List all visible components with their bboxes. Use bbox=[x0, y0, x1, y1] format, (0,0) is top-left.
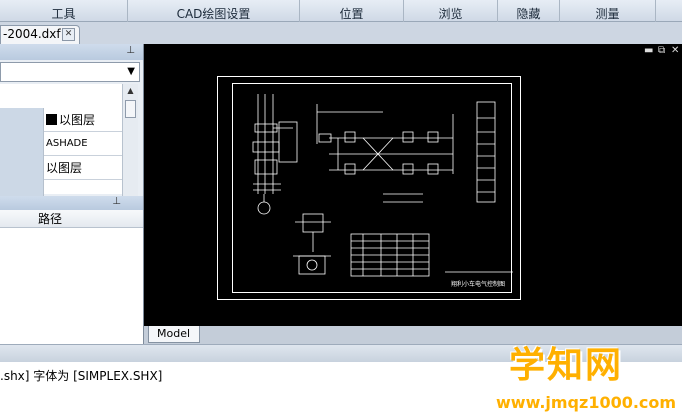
watermark-url: www.jmqz1000.com bbox=[496, 393, 677, 412]
minimize-icon[interactable]: ▬ bbox=[644, 45, 653, 56]
drawing-canvas[interactable]: ▬ ⧉ ✕ 翔利小车电气控制图 bbox=[144, 44, 682, 342]
property-key-cell bbox=[0, 108, 44, 132]
ribbon-group-position[interactable]: 位置 bbox=[300, 0, 404, 22]
watermark-logo: 学知网 bbox=[509, 345, 624, 386]
ribbon-group-measure[interactable]: 测量 bbox=[560, 0, 656, 22]
restore-icon[interactable]: ⧉ bbox=[658, 45, 665, 56]
property-row[interactable]: 以图层 bbox=[0, 108, 122, 132]
properties-panel-header: ⊥ bbox=[0, 44, 143, 60]
property-value-lineweight: 以图层 bbox=[46, 161, 83, 175]
object-selector-dropdown[interactable]: ▼ bbox=[0, 62, 140, 82]
property-key-cell bbox=[0, 132, 44, 156]
electrical-schematic: 翔利小车电气控制图 bbox=[252, 94, 513, 288]
close-icon[interactable]: ✕ bbox=[671, 45, 679, 56]
document-tab-label: -2004.dxf bbox=[3, 27, 61, 41]
document-tab-bar: -2004.dxf ✕ bbox=[0, 22, 682, 44]
ribbon-group-tools[interactable]: 工具 bbox=[0, 0, 128, 22]
scroll-up-icon[interactable]: ▲ bbox=[123, 84, 138, 98]
cad-viewer-window: 工具 CAD绘图设置 位置 浏览 隐藏 测量 -2004.dxf ✕ ⊥ ▼ 以… bbox=[0, 0, 682, 415]
drawing-frame: 翔利小车电气控制图 bbox=[232, 83, 513, 293]
scroll-thumb[interactable] bbox=[125, 100, 136, 118]
paths-panel: ⊥ 路径 bbox=[0, 196, 144, 346]
document-tab[interactable]: -2004.dxf ✕ bbox=[0, 25, 80, 44]
path-column-header[interactable]: 路径 bbox=[0, 210, 143, 228]
property-row[interactable]: 以图层 bbox=[0, 156, 122, 180]
properties-panel: ⊥ ▼ 以图层 ASHADE 以图层 ▲ ▼ bbox=[0, 44, 144, 232]
pin-icon[interactable]: ⊥ bbox=[126, 45, 135, 56]
color-swatch bbox=[46, 114, 57, 125]
title-block-text: 翔利小车电气控制图 bbox=[451, 280, 505, 288]
chevron-down-icon: ▼ bbox=[127, 66, 135, 77]
ribbon-group-cad-settings[interactable]: CAD绘图设置 bbox=[128, 0, 300, 22]
ribbon-group-hide[interactable]: 隐藏 bbox=[498, 0, 560, 22]
close-icon[interactable]: ✕ bbox=[62, 28, 75, 41]
drawing-sheet-border: 翔利小车电气控制图 bbox=[217, 76, 521, 300]
property-grid: 以图层 ASHADE 以图层 bbox=[0, 84, 122, 204]
property-value-linetype: ASHADE bbox=[46, 138, 88, 149]
paths-panel-header: ⊥ bbox=[0, 196, 143, 210]
ribbon-toolbar: 工具 CAD绘图设置 位置 浏览 隐藏 测量 bbox=[0, 0, 682, 22]
property-key-cell bbox=[0, 156, 44, 180]
pin-icon[interactable]: ⊥ bbox=[112, 196, 121, 207]
ribbon-group-browse[interactable]: 浏览 bbox=[404, 0, 498, 22]
command-history-line: .shx] 字体为 [SIMPLEX.SHX] bbox=[0, 369, 163, 383]
tab-model[interactable]: Model bbox=[148, 326, 200, 343]
property-row[interactable]: ASHADE bbox=[0, 132, 122, 156]
property-value-color: 以图层 bbox=[46, 108, 95, 132]
